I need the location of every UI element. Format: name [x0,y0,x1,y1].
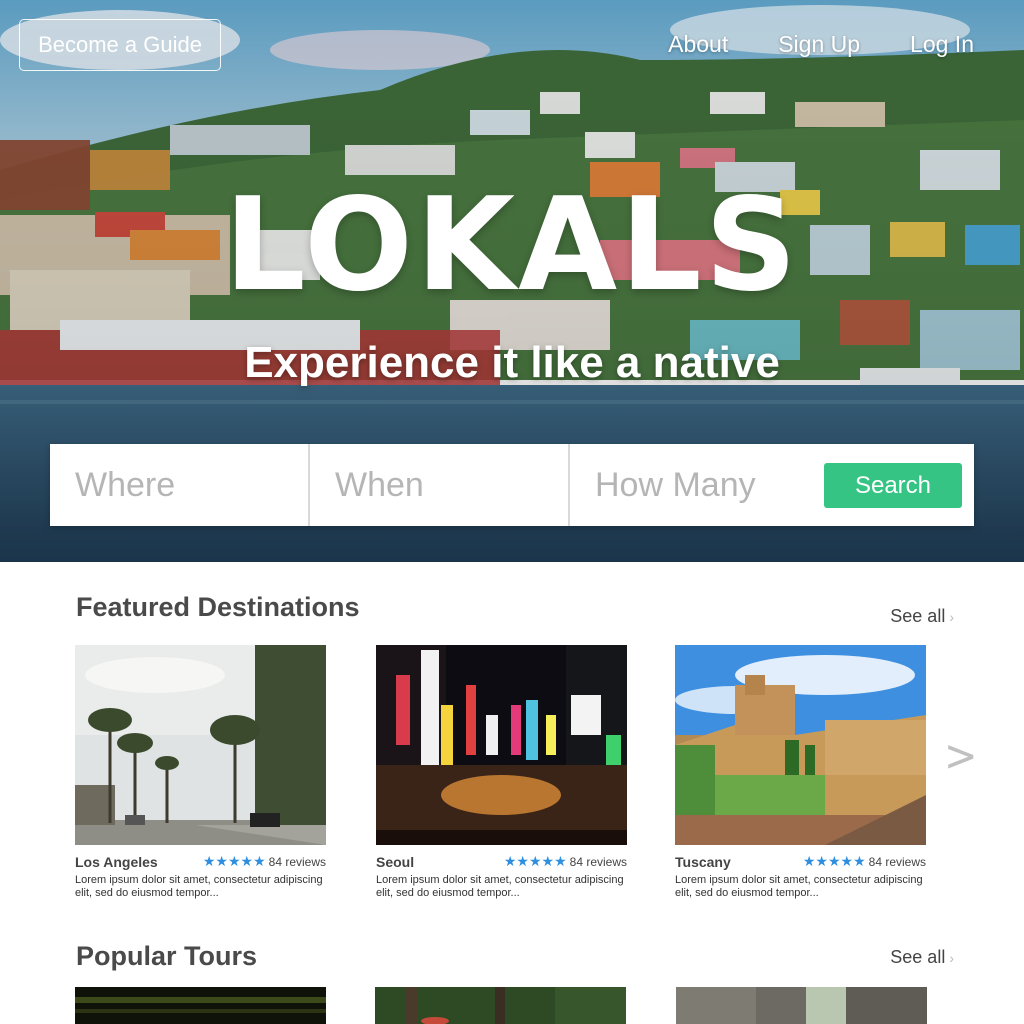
destination-image[interactable] [376,645,627,845]
nav-about[interactable]: About [668,31,728,58]
popular-tours-title: Popular Tours [76,941,258,971]
become-guide-button[interactable]: Become a Guide [19,19,221,71]
how-many-input[interactable] [595,465,815,505]
review-count: 84 reviews [569,854,627,869]
top-nav: About Sign Up Log In [668,31,974,58]
destination-card-los-angeles[interactable]: Los Angeles ★★★★★ 84 reviews Lorem ipsum… [75,645,326,900]
how-many-field: Search [570,444,974,526]
tour-photo-3 [676,987,927,1024]
destination-description: Lorem ipsum dolor sit amet, consectetur … [675,874,923,899]
star-rating-icon: ★★★★★ [503,853,567,869]
search-button[interactable]: Search [824,463,962,508]
destination-name: Los Angeles [75,853,158,870]
tour-card-3[interactable] [676,987,927,1024]
featured-see-all-link[interactable]: See all › [890,606,954,627]
destination-description: Lorem ipsum dolor sit amet, consectetur … [75,874,323,899]
where-field [50,444,310,526]
nav-log-in[interactable]: Log In [910,31,974,58]
rating: ★★★★★ 84 reviews [504,853,627,870]
tour-card-1[interactable] [75,987,326,1024]
seoul-photo [376,645,627,845]
search-bar: Search [50,444,974,526]
tour-photo-1 [75,987,326,1024]
rating: ★★★★★ 84 reviews [803,853,926,870]
card-header: Seoul ★★★★★ 84 reviews [376,853,627,870]
destination-name: Seoul [376,853,415,870]
rating: ★★★★★ 84 reviews [203,853,326,870]
star-rating-icon: ★★★★★ [802,853,866,869]
chevron-right-icon: › [949,609,954,625]
card-header: Los Angeles ★★★★★ 84 reviews [75,853,326,870]
destination-card-tuscany[interactable]: Tuscany ★★★★★ 84 reviews Lorem ipsum dol… [675,645,926,900]
tuscany-photo [675,645,926,845]
brand-logo: LOKALS [224,171,800,320]
destination-description: Lorem ipsum dolor sit amet, consectetur … [376,874,624,899]
hero-banner: Become a Guide About Sign Up Log In LOKA… [0,0,1024,562]
destination-image[interactable] [675,645,926,845]
card-header: Tuscany ★★★★★ 84 reviews [675,853,926,870]
where-input[interactable] [75,465,308,505]
when-input[interactable] [335,465,568,505]
see-all-label: See all [890,947,946,967]
hero-tagline: Experience it like a native [244,338,780,387]
tour-card-2[interactable] [375,987,626,1024]
star-rating-icon: ★★★★★ [202,853,266,869]
when-field [310,444,570,526]
review-count: 84 reviews [268,854,326,869]
popular-see-all-link[interactable]: See all › [890,947,954,968]
review-count: 84 reviews [868,854,926,869]
tour-photo-2 [375,987,626,1024]
los-angeles-photo [75,645,326,845]
featured-title: Featured Destinations [76,592,360,622]
destination-name: Tuscany [675,853,731,870]
nav-sign-up[interactable]: Sign Up [778,31,860,58]
carousel-next-arrow-icon[interactable]: > [944,731,978,782]
see-all-label: See all [890,606,946,626]
destination-card-seoul[interactable]: Seoul ★★★★★ 84 reviews Lorem ipsum dolor… [376,645,627,900]
destination-image[interactable] [75,645,326,845]
chevron-right-icon: › [949,950,954,966]
